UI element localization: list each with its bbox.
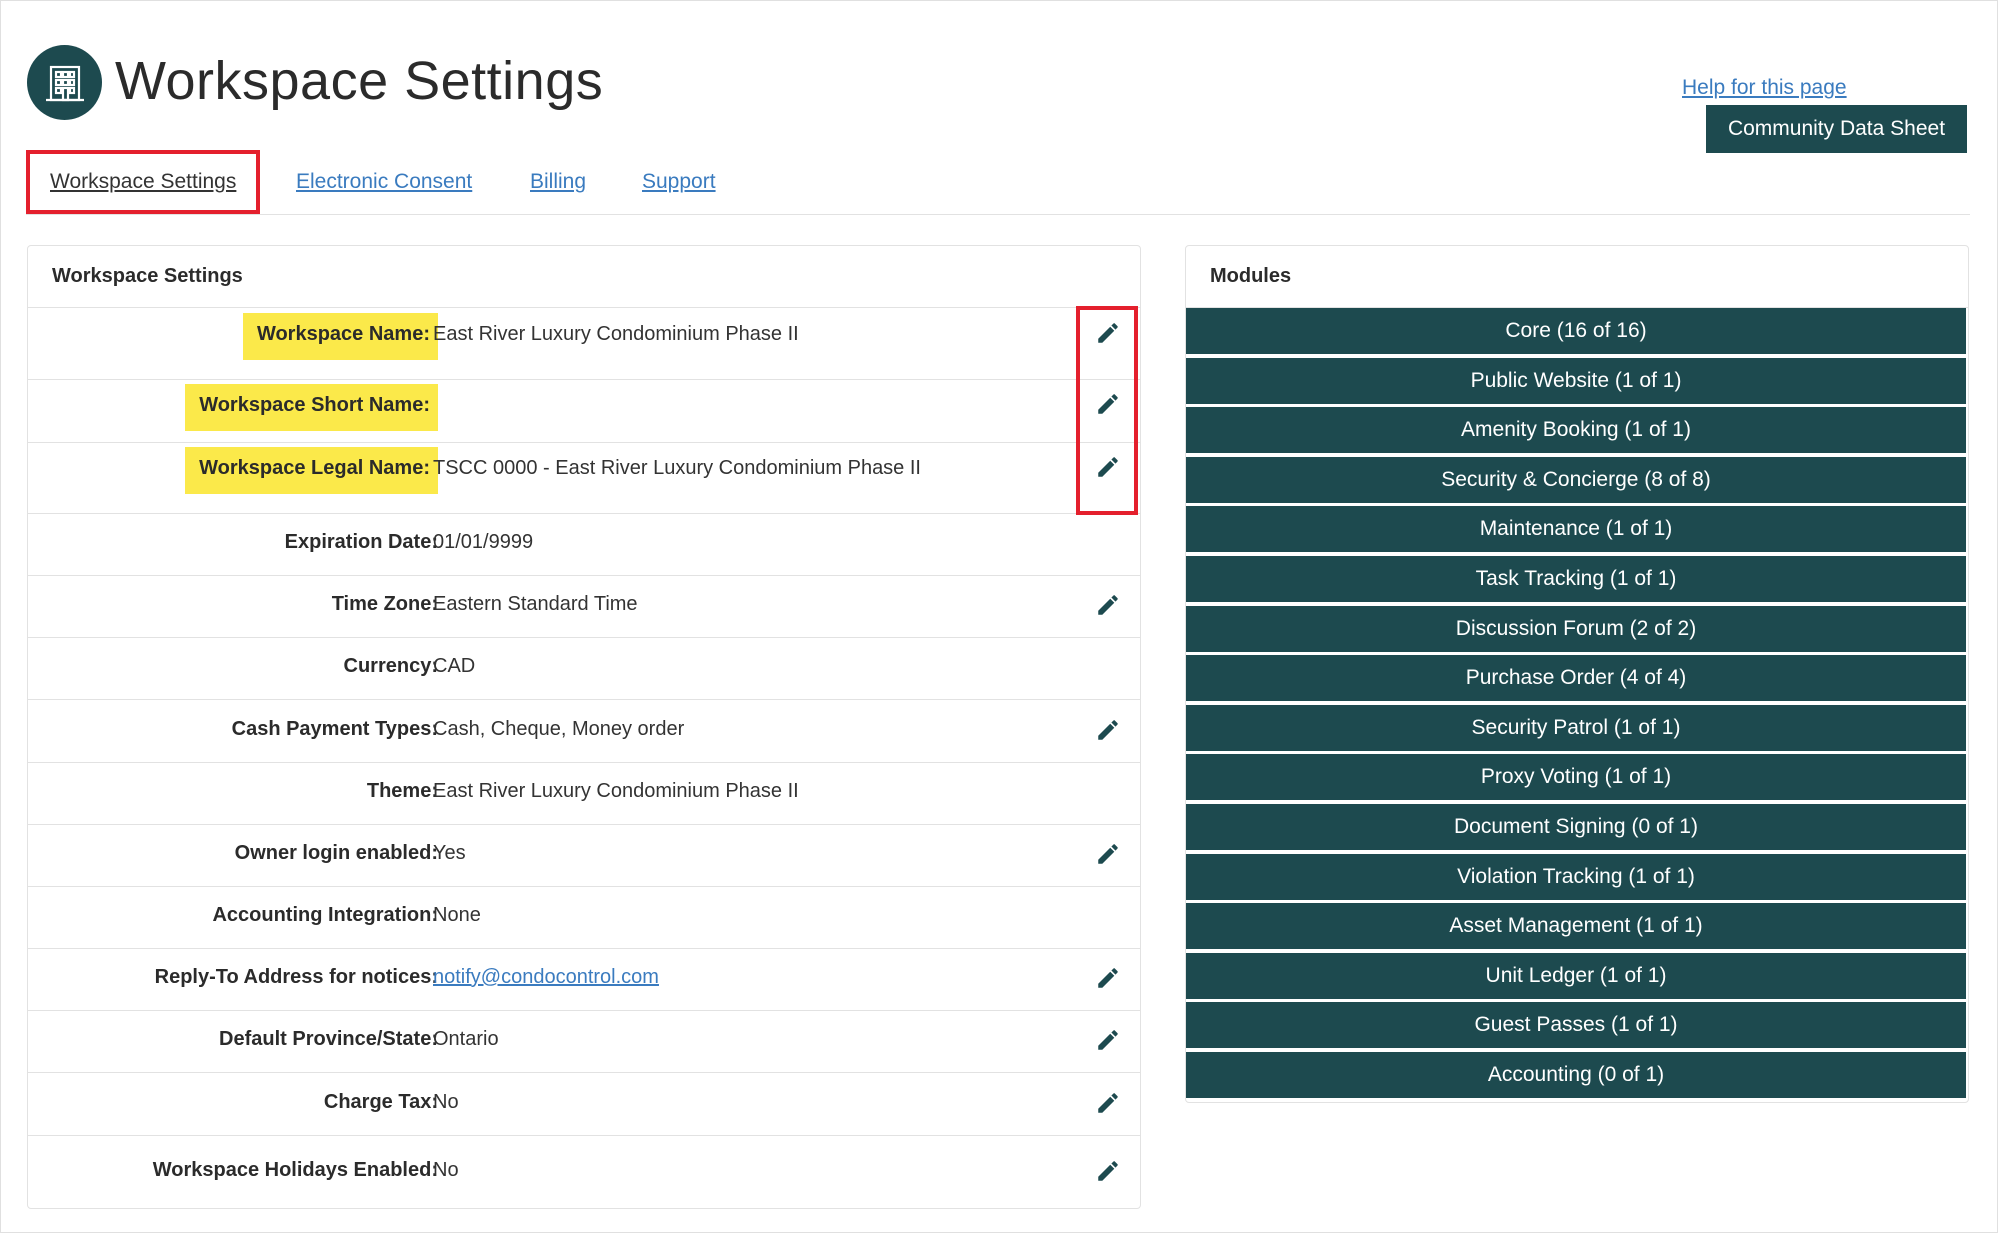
edit-pencil-icon[interactable]: [1095, 717, 1121, 743]
edit-pencil-icon[interactable]: [1095, 965, 1121, 991]
settings-row: Accounting Integration: None: [28, 886, 1140, 949]
tab-bar: Workspace Settings Electronic Consent Bi…: [26, 150, 1970, 215]
edit-pencil-icon[interactable]: [1095, 320, 1121, 346]
settings-row-value: No: [433, 1159, 459, 1181]
settings-row-value: 01/01/9999: [433, 531, 534, 553]
edit-pencil-icon[interactable]: [1095, 1158, 1121, 1184]
settings-panel-title: Workspace Settings: [28, 246, 1140, 308]
settings-row-label: Workspace Short Name:: [185, 384, 438, 431]
community-data-sheet-button[interactable]: Community Data Sheet: [1706, 105, 1967, 153]
settings-row-label: Workspace Holidays Enabled:: [152, 1159, 438, 1181]
module-button[interactable]: Security Patrol (1 of 1): [1186, 704, 1966, 751]
module-button[interactable]: Core (16 of 16): [1186, 308, 1966, 354]
settings-row: Default Province/State: Ontario: [28, 1010, 1140, 1073]
module-button[interactable]: Proxy Voting (1 of 1): [1186, 754, 1966, 801]
module-button[interactable]: Accounting (0 of 1): [1186, 1052, 1966, 1098]
edit-pencil-icon[interactable]: [1095, 391, 1121, 417]
settings-row-value: CAD: [433, 655, 476, 677]
module-button[interactable]: Discussion Forum (2 of 2): [1186, 605, 1966, 652]
settings-row-label: Accounting Integration:: [212, 904, 438, 926]
settings-row: Owner login enabled: Yes: [28, 824, 1140, 887]
settings-row-value: Eastern Standard Time: [433, 593, 638, 615]
tab-support[interactable]: Support: [642, 150, 716, 214]
settings-row-value: Cash, Cheque, Money order: [433, 718, 685, 740]
module-button[interactable]: Public Website (1 of 1): [1186, 357, 1966, 404]
settings-row-label: Currency:: [343, 655, 438, 677]
settings-row-label: Default Province/State:: [219, 1028, 438, 1050]
settings-row: Workspace Name: East River Luxury Condomi…: [28, 308, 1140, 380]
module-button[interactable]: Violation Tracking (1 of 1): [1186, 853, 1966, 900]
settings-row-label: Expiration Date:: [284, 531, 438, 553]
tab-billing[interactable]: Billing: [530, 150, 586, 214]
settings-row-value: None: [433, 904, 481, 926]
settings-row-label: Owner login enabled:: [234, 842, 438, 864]
building-icon: [27, 45, 102, 120]
settings-row: Currency: CAD: [28, 637, 1140, 700]
settings-row-value: No: [433, 1091, 459, 1113]
module-button[interactable]: Amenity Booking (1 of 1): [1186, 407, 1966, 454]
settings-row: Workspace Holidays Enabled: No: [28, 1135, 1140, 1208]
settings-row: Theme: East River Luxury Condominium Phas…: [28, 762, 1140, 825]
edit-pencil-icon[interactable]: [1095, 841, 1121, 867]
settings-row-value: Yes: [433, 842, 466, 864]
settings-row: Charge Tax: No: [28, 1072, 1140, 1136]
help-link[interactable]: Help for this page: [1682, 76, 1847, 100]
module-button[interactable]: Maintenance (1 of 1): [1186, 506, 1966, 553]
edit-pencil-icon[interactable]: [1095, 592, 1121, 618]
settings-row-value: Ontario: [433, 1028, 499, 1050]
tab-workspace-settings[interactable]: Workspace Settings: [26, 150, 261, 214]
module-button[interactable]: Task Tracking (1 of 1): [1186, 556, 1966, 602]
modules-panel-title: Modules: [1186, 246, 1968, 308]
settings-row-label: Theme:: [366, 780, 438, 802]
settings-row-label: Charge Tax:: [323, 1091, 438, 1113]
settings-row: Time Zone: Eastern Standard Time: [28, 575, 1140, 638]
edit-pencil-icon[interactable]: [1095, 454, 1121, 480]
reply-to-email-link[interactable]: notify@condocontrol.com: [433, 966, 659, 989]
settings-row-value: East River Luxury Condominium Phase II: [433, 780, 799, 802]
module-button[interactable]: Document Signing (0 of 1): [1186, 804, 1966, 850]
settings-row-value: TSCC 0000 - East River Luxury Condominiu…: [433, 457, 921, 479]
edit-pencil-icon[interactable]: [1095, 1027, 1121, 1053]
module-button[interactable]: Guest Passes (1 of 1): [1186, 1002, 1966, 1049]
module-button[interactable]: Unit Ledger (1 of 1): [1186, 952, 1966, 999]
settings-row: Reply-To Address for notices: notify@cond…: [28, 948, 1140, 1011]
settings-row-label: Reply-To Address for notices:: [154, 966, 438, 988]
workspace-settings-panel: Workspace Settings Workspace Name: East R…: [27, 245, 1141, 1209]
settings-row-label: Workspace Legal Name:: [185, 447, 438, 494]
settings-row: Workspace Short Name:: [28, 379, 1140, 443]
settings-row-label: Workspace Name:: [242, 313, 438, 360]
tab-electronic-consent[interactable]: Electronic Consent: [296, 150, 472, 214]
module-button[interactable]: Security & Concierge (8 of 8): [1186, 456, 1966, 503]
settings-row-value: East River Luxury Condominium Phase II: [433, 323, 799, 345]
settings-row-label: Time Zone:: [331, 593, 438, 615]
page-title: Workspace Settings: [115, 51, 604, 111]
module-button[interactable]: Purchase Order (4 of 4): [1186, 655, 1966, 702]
settings-row: Expiration Date: 01/01/9999: [28, 513, 1140, 576]
settings-row-label: Cash Payment Types:: [231, 718, 438, 740]
settings-row: Workspace Legal Name: TSCC 0000 - East Ri…: [28, 442, 1140, 514]
module-button[interactable]: Asset Management (1 of 1): [1186, 903, 1966, 950]
settings-row: Cash Payment Types: Cash, Cheque, Money o…: [28, 699, 1140, 763]
edit-pencil-icon[interactable]: [1095, 1090, 1121, 1116]
